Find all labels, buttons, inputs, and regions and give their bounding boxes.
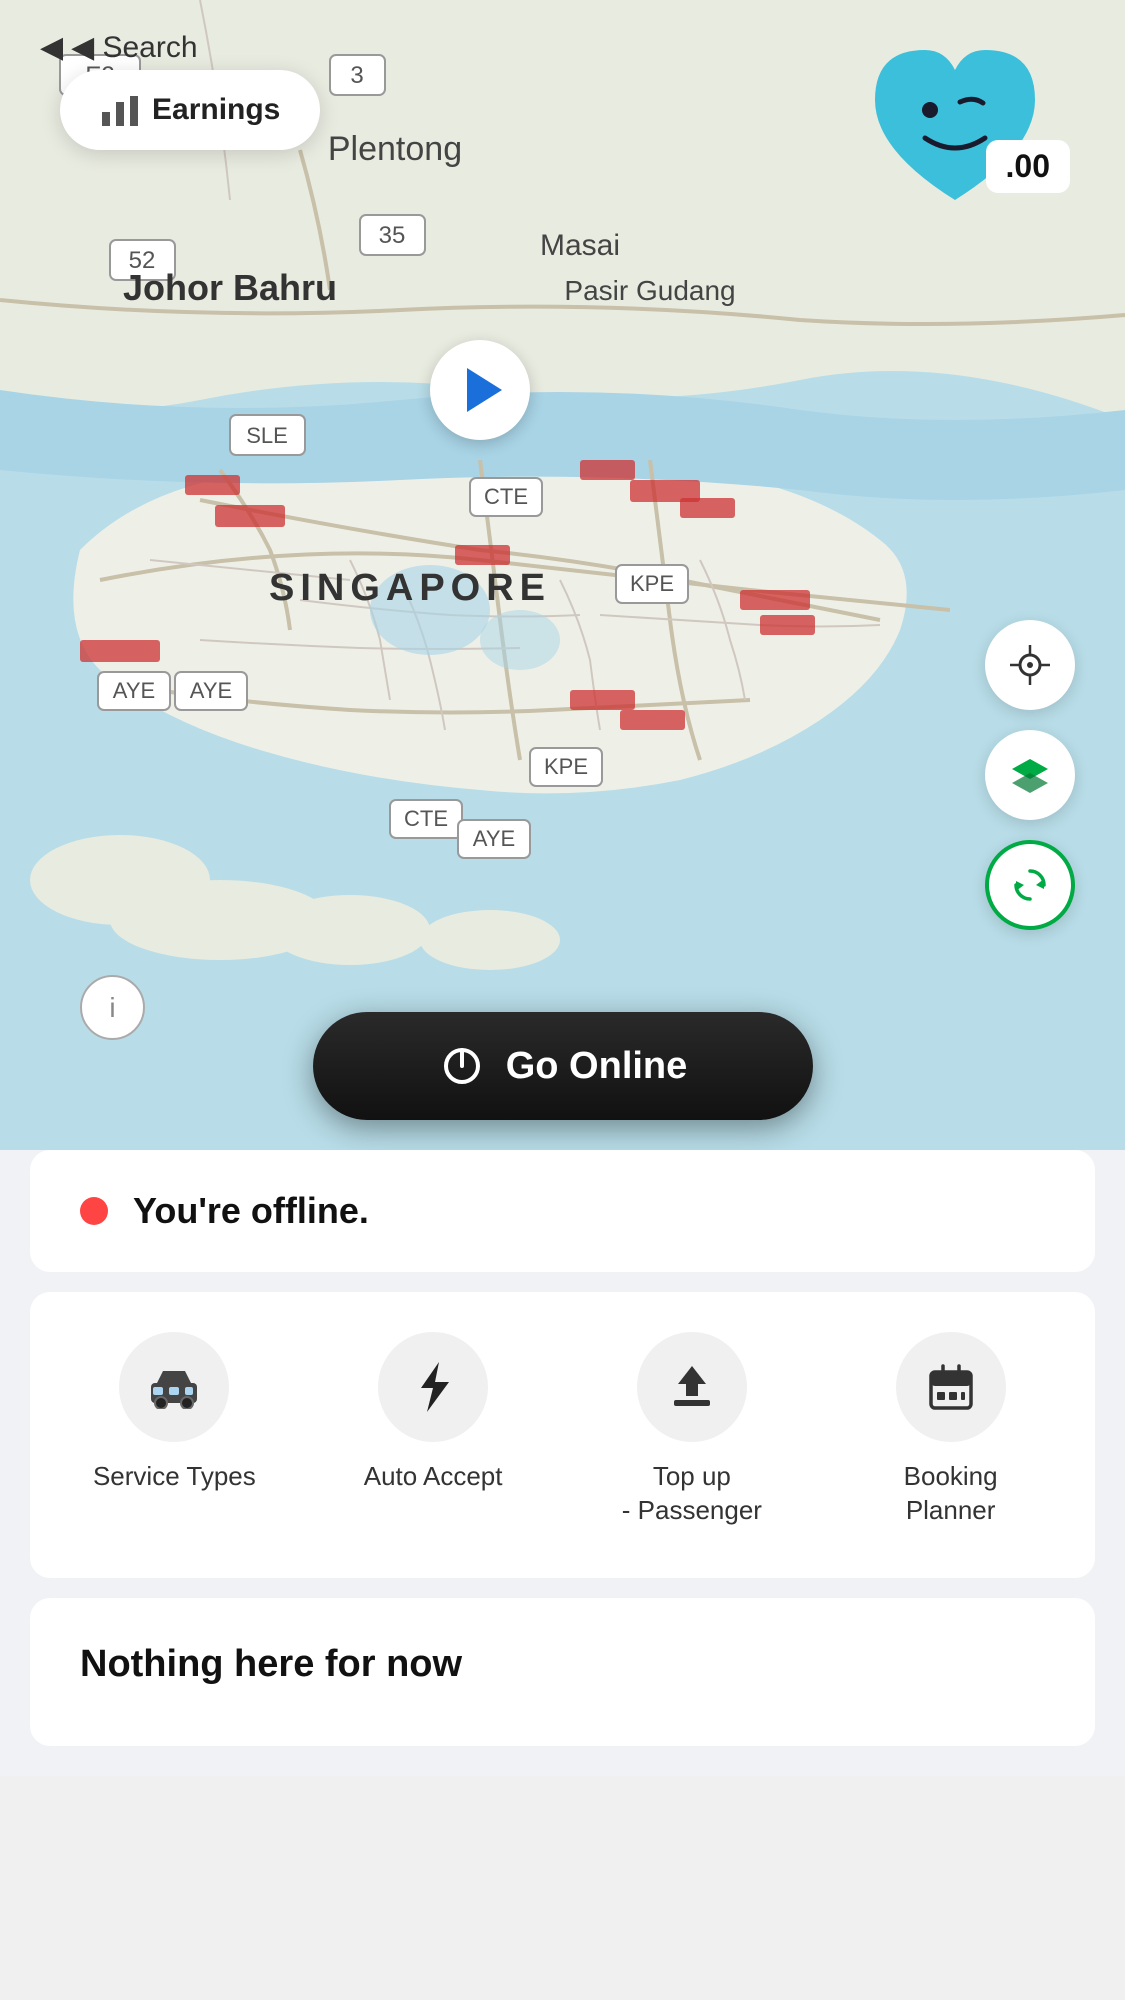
earnings-button[interactable]: Earnings [60,70,320,150]
svg-text:SINGAPORE: SINGAPORE [269,567,551,609]
info-button[interactable]: i [80,975,145,1040]
svg-text:KPE: KPE [544,754,588,779]
options-grid: Service Types Auto Accept [50,1332,1075,1528]
service-types-button[interactable]: Service Types [50,1332,299,1528]
refresh-icon [1008,863,1052,907]
svg-text:Plentong: Plentong [328,130,462,168]
svg-text:AYE: AYE [113,678,155,703]
svg-text:AYE: AYE [190,678,232,703]
svg-text:3: 3 [350,62,363,89]
svg-text:CTE: CTE [484,484,528,509]
price-value: .00 [1006,148,1050,184]
nothing-here-card: Nothing here for now [30,1598,1095,1746]
top-up-label: Top up- Passenger [622,1460,762,1528]
back-arrow-icon: ◀ [40,30,63,65]
bolt-icon [411,1360,455,1414]
svg-text:Pasir Gudang: Pasir Gudang [564,275,735,306]
price-display: .00 [986,140,1070,193]
svg-text:SLE: SLE [246,423,288,448]
auto-accept-button[interactable]: Auto Accept [309,1332,558,1528]
earnings-label: Earnings [152,93,280,127]
go-online-label: Go Online [506,1045,688,1088]
svg-text:Masai: Masai [540,229,620,262]
bottom-panel: You're offline. Service T [0,1150,1125,1776]
svg-text:AYE: AYE [473,826,515,851]
layers-icon [1008,753,1052,797]
booking-planner-button[interactable]: BookingPlanner [826,1332,1075,1528]
offline-label: You're offline. [133,1190,369,1232]
go-online-button[interactable]: Go Online [313,1012,813,1120]
top-up-icon-wrap [637,1332,747,1442]
play-button[interactable] [430,340,530,440]
car-icon [147,1365,201,1409]
booking-planner-icon-wrap [896,1332,1006,1442]
offline-status-card: You're offline. [30,1150,1095,1272]
search-back-button[interactable]: ◀ ◀ Search [40,30,198,65]
refresh-button[interactable] [985,840,1075,930]
auto-accept-label: Auto Accept [364,1460,503,1494]
bar-chart-icon [100,92,140,128]
calendar-icon [927,1362,975,1412]
map-view[interactable]: E2 3 52 35 SLE CTE KPE AYE AYE KPE CTE A… [0,0,1125,1150]
service-types-icon-wrap [119,1332,229,1442]
svg-text:Johor Bahru: Johor Bahru [123,267,337,308]
layers-button[interactable] [985,730,1075,820]
svg-text:CTE: CTE [404,806,448,831]
offline-indicator [80,1197,108,1225]
auto-accept-icon-wrap [378,1332,488,1442]
info-icon: i [109,992,115,1024]
power-icon [438,1042,486,1090]
top-up-button[interactable]: Top up- Passenger [568,1332,817,1528]
svg-text:35: 35 [379,222,406,249]
options-card: Service Types Auto Accept [30,1292,1095,1578]
location-button[interactable] [985,620,1075,710]
search-label: ◀ Search [71,30,197,65]
map-controls [985,620,1075,930]
upload-icon [668,1362,716,1412]
crosshair-icon [1008,643,1052,687]
nothing-here-title: Nothing here for now [80,1643,1045,1686]
booking-planner-label: BookingPlanner [904,1460,998,1528]
svg-text:KPE: KPE [630,571,674,596]
service-types-label: Service Types [93,1460,256,1494]
